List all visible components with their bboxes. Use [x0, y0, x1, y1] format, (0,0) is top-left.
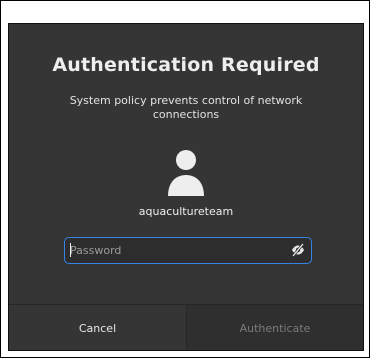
authentication-dialog: Authentication Required System policy pr… — [8, 23, 364, 351]
eye-slash-icon[interactable] — [291, 243, 305, 257]
dialog-button-bar: Cancel Authenticate — [9, 304, 363, 350]
authenticate-button[interactable]: Authenticate — [187, 305, 363, 350]
password-input[interactable] — [65, 238, 265, 262]
username-label: aquacultureteam — [138, 205, 234, 218]
screenshot-frame: Authentication Required System policy pr… — [0, 0, 370, 358]
text-cursor — [70, 243, 71, 257]
dialog-message: System policy prevents control of networ… — [69, 94, 303, 121]
user-avatar-icon — [168, 150, 204, 196]
password-field[interactable] — [64, 237, 312, 264]
cancel-button[interactable]: Cancel — [9, 305, 187, 350]
dialog-title: Authentication Required — [52, 54, 320, 76]
